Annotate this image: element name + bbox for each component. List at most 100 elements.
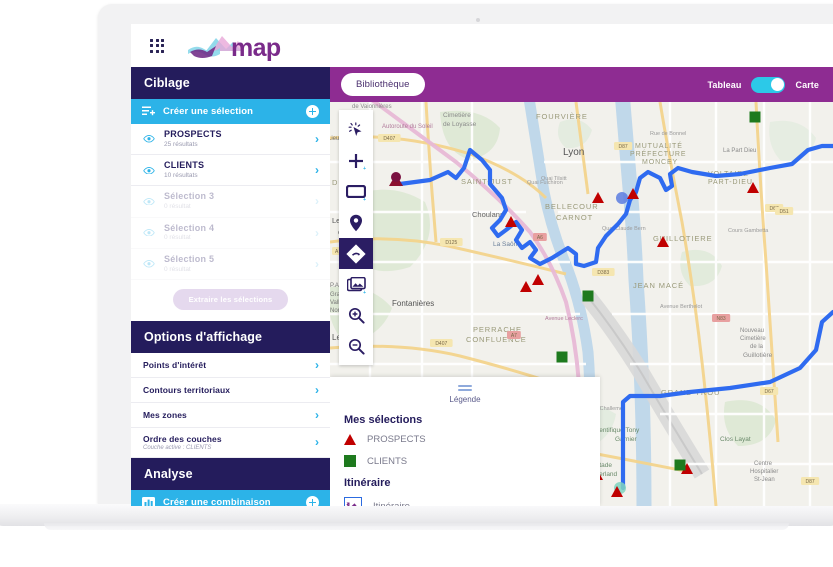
legend-section-title-selections: Mes sélections bbox=[330, 414, 600, 426]
selection-text: Sélection 5 0 résultat bbox=[164, 254, 306, 274]
pointer-select-icon[interactable] bbox=[339, 114, 373, 145]
chevron-right-icon[interactable]: › bbox=[315, 409, 319, 421]
map-pin-icon[interactable] bbox=[339, 207, 373, 238]
map-label: de la bbox=[750, 344, 764, 350]
chevron-right-icon[interactable]: › bbox=[315, 164, 319, 176]
chevron-right-icon[interactable]: › bbox=[315, 359, 319, 371]
diamond-zone-icon[interactable] bbox=[339, 238, 373, 269]
client-marker[interactable] bbox=[675, 460, 686, 471]
route-line-icon bbox=[344, 497, 362, 506]
selection-text: Sélection 3 0 résultat bbox=[164, 191, 306, 211]
plus-circle-icon[interactable] bbox=[306, 496, 319, 506]
road-shield-label: A7 bbox=[511, 333, 517, 339]
option-row-my-zones[interactable]: Mes zones › bbox=[131, 403, 330, 428]
triangle-marker-icon bbox=[344, 434, 356, 445]
road-shield-label: D407 bbox=[435, 341, 447, 347]
selection-text: CLIENTS 10 résultats bbox=[164, 160, 306, 180]
screenshot-root: map Ciblage Créer une sélection bbox=[0, 0, 833, 567]
client-marker[interactable] bbox=[750, 112, 761, 123]
create-selection-label: Créer une sélection bbox=[163, 106, 298, 117]
option-label: Ordre des couches bbox=[143, 434, 315, 444]
library-button[interactable]: Bibliothèque bbox=[341, 73, 425, 96]
eye-icon[interactable] bbox=[143, 229, 155, 237]
layers-image-icon[interactable]: + bbox=[339, 269, 373, 300]
map-label: PART-DIEU bbox=[708, 179, 753, 186]
view-mode-toggle[interactable] bbox=[751, 77, 785, 93]
selection-row-5[interactable]: Sélection 5 0 résultat › bbox=[131, 249, 330, 280]
display-options-list: Points d'intérêt › Contours territoriaux… bbox=[131, 353, 330, 458]
selection-name: Sélection 4 bbox=[164, 223, 306, 234]
map-label: Lieu bbox=[330, 136, 339, 142]
selection-results: 0 résultat bbox=[164, 266, 306, 274]
view-table-label[interactable]: Tableau bbox=[707, 80, 741, 90]
map-label: Guillotière bbox=[743, 352, 773, 359]
legend-panel: Légende Mes sélections PROSPECTS CLIENTS… bbox=[330, 377, 600, 506]
legend-row-itinerary: Itinéraire bbox=[330, 497, 600, 506]
section-header-targeting: Ciblage bbox=[131, 67, 330, 99]
view-map-label[interactable]: Carte bbox=[795, 80, 819, 90]
laptop-base-lip bbox=[44, 523, 789, 530]
rectangle-draw-icon[interactable]: + bbox=[339, 176, 373, 207]
map-label: PRÉFECTURE bbox=[630, 149, 686, 158]
chevron-right-icon[interactable]: › bbox=[315, 384, 319, 396]
chart-bars-icon bbox=[142, 497, 155, 506]
eye-icon[interactable] bbox=[143, 135, 155, 143]
logo-text: map bbox=[231, 37, 281, 60]
create-combination-button[interactable]: Créer une combinaison bbox=[131, 490, 330, 506]
option-label: Contours territoriaux bbox=[143, 385, 315, 395]
extract-selections-button[interactable]: Extraire les sélections bbox=[173, 289, 289, 310]
selection-row-prospects[interactable]: PROSPECTS 25 résultats › bbox=[131, 124, 330, 155]
client-marker[interactable] bbox=[583, 291, 594, 302]
option-row-points-of-interest[interactable]: Points d'intérêt › bbox=[131, 353, 330, 378]
webcam-dot bbox=[476, 18, 480, 22]
map-label: JEAN MACÉ bbox=[633, 281, 684, 290]
map-label: Quai Tilsitt bbox=[541, 176, 567, 182]
map-label: Avenue Leclerc bbox=[545, 316, 583, 322]
selection-name: PROSPECTS bbox=[164, 129, 306, 140]
app-body: Ciblage Créer une sélection bbox=[131, 67, 833, 506]
map-label: Centre bbox=[754, 461, 773, 467]
chevron-right-icon[interactable]: › bbox=[315, 436, 319, 448]
option-row-territorial-contours[interactable]: Contours territoriaux › bbox=[131, 378, 330, 403]
eye-icon[interactable] bbox=[143, 198, 155, 206]
zoom-in-icon[interactable] bbox=[339, 300, 373, 331]
option-row-layer-order[interactable]: Ordre des couches Couche active : CLIENT… bbox=[131, 428, 330, 458]
map-label: Cimetière bbox=[740, 336, 766, 342]
app-logo[interactable]: map bbox=[186, 33, 281, 59]
chevron-right-icon[interactable]: › bbox=[315, 195, 319, 207]
selection-name: Sélection 5 bbox=[164, 254, 306, 265]
eye-icon[interactable] bbox=[143, 167, 155, 175]
road-shield-label: D407 bbox=[383, 136, 395, 142]
apps-grid-icon[interactable] bbox=[150, 39, 164, 53]
tool-badge: + bbox=[363, 197, 366, 203]
legend-row-prospects: PROSPECTS bbox=[330, 434, 600, 445]
plus-draw-icon[interactable]: + bbox=[339, 145, 373, 176]
selection-results: 10 résultats bbox=[164, 172, 306, 180]
active-layer-label: Couche active : CLIENTS bbox=[143, 445, 315, 451]
legend-label: CLIENTS bbox=[367, 456, 407, 467]
map-label: MONCEY bbox=[642, 159, 678, 166]
map-label: Nouveau bbox=[740, 328, 764, 334]
zoom-out-icon[interactable] bbox=[339, 331, 373, 362]
client-marker[interactable] bbox=[557, 352, 568, 363]
drag-handle-icon[interactable] bbox=[330, 385, 600, 391]
route-start-dot bbox=[391, 172, 401, 182]
legend-label: Itinéraire bbox=[373, 501, 410, 507]
eye-icon[interactable] bbox=[143, 260, 155, 268]
chevron-right-icon[interactable]: › bbox=[315, 258, 319, 270]
selection-row-clients[interactable]: CLIENTS 10 résultats › bbox=[131, 155, 330, 186]
section-header-analysis: Analyse bbox=[131, 458, 330, 490]
map-label: Cimetière bbox=[443, 112, 471, 119]
sidebar: Ciblage Créer une sélection bbox=[131, 67, 330, 506]
option-label: Points d'intérêt bbox=[143, 360, 315, 370]
plus-circle-icon[interactable] bbox=[306, 105, 319, 118]
chevron-right-icon[interactable]: › bbox=[315, 133, 319, 145]
selection-row-3[interactable]: Sélection 3 0 résultat › bbox=[131, 186, 330, 217]
chevron-right-icon[interactable]: › bbox=[315, 227, 319, 239]
selection-row-4[interactable]: Sélection 4 0 résultat › bbox=[131, 218, 330, 249]
create-selection-button[interactable]: Créer une sélection bbox=[131, 99, 330, 124]
app-window: map Ciblage Créer une sélection bbox=[131, 24, 833, 506]
selection-text: PROSPECTS 25 résultats bbox=[164, 129, 306, 149]
map-label: Fontanières bbox=[392, 299, 434, 308]
map-tool-rail: + + bbox=[339, 110, 373, 365]
